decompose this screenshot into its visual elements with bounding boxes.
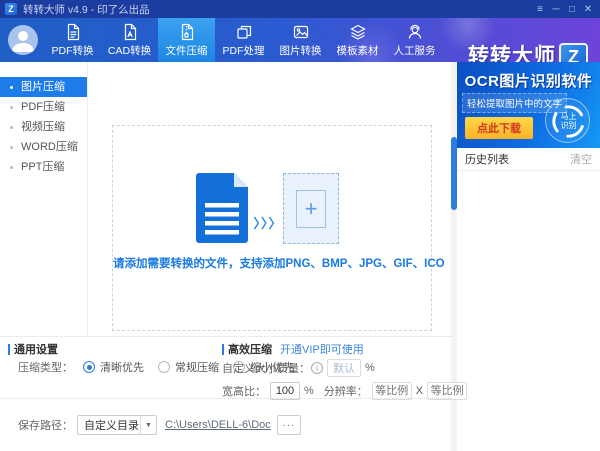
nav-bar: PDF转换 CAD转换 文件压缩 PDF处理 图片转换 模板素材 人工服务 转转…: [0, 18, 600, 77]
minimize-button[interactable]: ─: [548, 1, 564, 17]
tab-label: CAD转换: [107, 44, 152, 57]
zip-file-icon: [181, 23, 193, 40]
layers-icon: [349, 24, 366, 40]
settings-panel: 通用设置 压缩类型： 清晰优先 常规压缩 缩小优先 高效压缩 开通VIP即可使用…: [0, 336, 468, 451]
menu-icon[interactable]: ≡: [532, 1, 548, 17]
efficient-compress-title: 高效压缩: [228, 344, 272, 356]
add-file-target[interactable]: +: [283, 173, 339, 244]
bullet-icon: [10, 105, 13, 109]
efficient-compress-header: 高效压缩 开通VIP即可使用: [222, 341, 364, 357]
document-icon: [196, 173, 248, 243]
dotted-divider: [0, 398, 451, 399]
download-button[interactable]: 点此下载: [465, 117, 533, 139]
maximize-button[interactable]: □: [564, 1, 580, 17]
bullet-icon: [10, 145, 13, 149]
window-title: 转转大师 v4.9 - 印了么出品: [23, 3, 150, 16]
radio-icon: [83, 361, 95, 373]
tab-templates[interactable]: 模板素材: [329, 18, 386, 62]
file-dropzone[interactable]: 〉〉〉 + 请添加需要转换的文件，支持添加PNG、BMP、JPG、GIF、ICO: [112, 125, 445, 331]
sidebar-item-video-compress[interactable]: 视频压缩: [0, 117, 87, 137]
clear-history-button[interactable]: 清空: [570, 151, 592, 167]
image-icon: [293, 25, 308, 38]
sidebar-item-word-compress[interactable]: WORD压缩: [0, 137, 87, 157]
nav-tabs: PDF转换 CAD转换 文件压缩 PDF处理 图片转换 模板素材 人工服务: [44, 18, 443, 62]
tab-image-convert[interactable]: 图片转换: [272, 18, 329, 62]
right-panel: OCR图片识别软件 轻松提取图片中的文字 点此下载 马上识别 历史列表 清空: [457, 62, 600, 451]
save-path-link[interactable]: C:\Users\DELL-6\Doc: [165, 419, 271, 431]
radio-normal-compress[interactable]: 常规压缩: [158, 359, 219, 375]
save-dir-value: 自定义目录: [84, 420, 139, 432]
custom-quality-label: 自定义大小质量：: [222, 363, 310, 375]
tab-label: PDF转换: [51, 44, 94, 57]
custom-quality-row: 自定义大小质量： i %: [222, 359, 375, 377]
radio-label: 常规压缩: [175, 362, 219, 374]
browse-button[interactable]: ···: [276, 415, 301, 435]
tab-label: 图片转换: [279, 44, 322, 57]
vip-upgrade-link[interactable]: 开通VIP即可使用: [280, 341, 364, 357]
resolution-label: 分辨率：: [323, 386, 368, 398]
save-path-label: 保存路径：: [18, 420, 73, 432]
save-dir-select[interactable]: 自定义目录 ▼: [77, 415, 157, 435]
info-icon: i: [311, 362, 323, 374]
window-controls: ≡ ─ □ ✕: [532, 1, 596, 17]
support-agent-icon: [408, 24, 421, 39]
app-logo-icon: Z: [5, 3, 17, 15]
sidebar-item-label: WORD压缩: [21, 141, 78, 153]
history-title: 历史列表: [465, 154, 509, 166]
tab-pdf-process[interactable]: PDF处理: [215, 18, 272, 62]
bullet-icon: [10, 165, 13, 169]
radio-icon: [158, 361, 170, 373]
person-icon: [12, 31, 34, 52]
sidebar-item-ppt-compress[interactable]: PPT压缩: [0, 157, 87, 177]
sidebar-item-label: 视频压缩: [21, 121, 65, 133]
history-header: 历史列表 清空: [457, 148, 600, 171]
tab-label: PDF处理: [222, 44, 265, 57]
chevron-down-icon: ▼: [140, 416, 156, 434]
aspect-ratio-label: 宽高比：: [222, 386, 266, 398]
general-settings-title: 通用设置: [14, 344, 58, 356]
percent-label: %: [304, 385, 314, 397]
sidebar-item-pdf-compress[interactable]: PDF压缩: [0, 97, 87, 117]
plus-icon: +: [304, 195, 318, 221]
compress-type-label: 压缩类型：: [18, 362, 73, 374]
sidebar-item-label: 图片压缩: [21, 81, 65, 93]
tab-label: 人工服务: [393, 44, 436, 57]
close-button[interactable]: ✕: [580, 1, 596, 17]
badge-label: 马上识别: [560, 112, 577, 130]
tab-cad-convert[interactable]: CAD转换: [101, 18, 158, 62]
tab-label: 文件压缩: [165, 44, 208, 57]
copy-pages-icon: [236, 25, 251, 39]
recognize-badge[interactable]: 马上识别: [545, 98, 590, 143]
section-bar-icon: [8, 343, 10, 355]
plus-frame: +: [296, 189, 326, 228]
radio-label: 清晰优先: [100, 362, 144, 374]
title-bar: Z 转转大师 v4.9 - 印了么出品 ≡ ─ □ ✕: [0, 0, 600, 18]
sidebar-item-image-compress[interactable]: 图片压缩: [0, 77, 87, 97]
tab-human-service[interactable]: 人工服务: [386, 18, 443, 62]
save-path-row: 保存路径： 自定义目录 ▼ C:\Users\DELL-6\Doc ···: [18, 415, 301, 435]
radio-clarity-first[interactable]: 清晰优先: [83, 359, 144, 375]
percent-label: %: [365, 362, 375, 374]
tab-pdf-convert[interactable]: PDF转换: [44, 18, 101, 62]
bullet-icon: [10, 125, 13, 129]
pdf-file-icon: [67, 23, 79, 40]
dropzone-hint: 请添加需要转换的文件，支持添加PNG、BMP、JPG、GIF、ICO: [113, 258, 445, 270]
sidebar-item-label: PDF压缩: [21, 101, 65, 113]
promo-banner[interactable]: OCR图片识别软件 轻松提取图片中的文字 点此下载 马上识别: [457, 62, 600, 148]
sidebar: 图片压缩 PDF压缩 视频压缩 WORD压缩 PPT压缩: [0, 62, 88, 336]
quality-input: [327, 359, 361, 377]
bullet-icon: [10, 85, 13, 89]
user-avatar[interactable]: [8, 25, 38, 55]
tab-file-compress[interactable]: 文件压缩: [158, 18, 215, 62]
promo-title: OCR图片识别软件: [464, 73, 593, 90]
sidebar-item-label: PPT压缩: [21, 161, 65, 173]
tab-label: 模板素材: [336, 44, 379, 57]
x-separator: X: [415, 385, 424, 397]
section-bar-icon: [222, 343, 224, 355]
general-settings-header: 通用设置: [8, 341, 58, 357]
cad-file-icon: [124, 23, 136, 40]
main-area: 〉〉〉 + 请添加需要转换的文件，支持添加PNG、BMP、JPG、GIF、ICO: [88, 62, 451, 336]
